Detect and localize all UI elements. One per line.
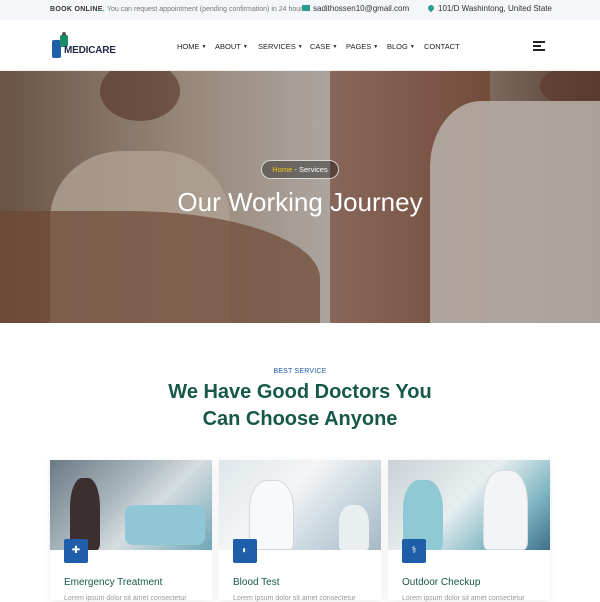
hero-banner: Home - Services Our Working Journey	[0, 71, 600, 323]
chevron-down-icon: ▼	[201, 44, 207, 50]
email-link[interactable]: sadithossen10@gmail.com	[302, 4, 409, 13]
chevron-down-icon: ▼	[373, 44, 379, 50]
card-description: Lorem ipsum dolor sit amet consectetur	[64, 595, 187, 602]
menu-item-blog[interactable]: BLOG ▼	[387, 42, 415, 51]
chevron-down-icon: ▼	[332, 44, 338, 50]
chevron-down-icon: ▼	[409, 44, 415, 50]
service-card-outdoor-checkup[interactable]: ⚕ Outdoor Checkup Lorem ipsum dolor sit …	[388, 460, 550, 602]
menu-item-pages[interactable]: PAGES ▼	[346, 42, 378, 51]
card-description: Lorem ipsum dolor sit amet consectetur	[402, 595, 525, 602]
email-text: sadithossen10@gmail.com	[313, 4, 410, 13]
address-text: 101/D Washintong, United State	[438, 4, 552, 13]
top-info-bar: BOOK ONLINE → You can request appointmen…	[0, 0, 600, 20]
logo-text: MEDICARE	[64, 45, 116, 56]
chevron-down-icon: ▼	[297, 44, 303, 50]
emergency-icon: ✚	[64, 539, 88, 563]
appointment-note: You can request appointment (pending con…	[107, 6, 306, 13]
menu-item-case[interactable]: CASE ▼	[310, 42, 337, 51]
section-heading: We Have Good Doctors You Can Choose Anyo…	[0, 379, 600, 433]
page-title: Our Working Journey	[177, 187, 423, 217]
stethoscope-icon: ⚕	[402, 539, 426, 563]
hamburger-menu-icon[interactable]	[533, 41, 545, 51]
card-title[interactable]: Outdoor Checkup	[402, 577, 480, 588]
service-card-blood-test[interactable]: ◐ Blood Test Lorem ipsum dolor sit amet …	[219, 460, 381, 602]
address: 101/D Washintong, United State	[426, 3, 552, 13]
breadcrumb-separator: -	[292, 165, 299, 174]
location-pin-icon	[426, 3, 436, 13]
card-title[interactable]: Blood Test	[233, 577, 280, 588]
service-image	[50, 460, 212, 550]
chevron-down-icon: ▼	[242, 44, 248, 50]
mail-icon	[302, 5, 310, 11]
book-online-label[interactable]: BOOK ONLINE	[50, 6, 103, 13]
service-card-emergency[interactable]: ✚ Emergency Treatment Lorem ipsum dolor …	[50, 460, 212, 602]
blood-drop-icon: ◐	[233, 539, 257, 563]
menu-item-services[interactable]: SERVICES ▼	[258, 42, 303, 51]
menu-item-home[interactable]: HOME ▼	[177, 42, 206, 51]
menu-item-about[interactable]: ABOUT ▼	[215, 42, 248, 51]
breadcrumb: Home - Services	[261, 160, 339, 179]
section-heading-line2: Can Choose Anyone	[202, 408, 398, 430]
breadcrumb-home-link[interactable]: Home	[272, 165, 292, 174]
arrow-right-icon: →	[97, 4, 106, 14]
service-image	[219, 460, 381, 550]
card-description: Lorem ipsum dolor sit amet consectetur	[233, 595, 356, 602]
menu-item-contact[interactable]: CONTACT	[424, 42, 460, 51]
section-eyebrow: BEST SERVICE	[273, 368, 327, 375]
section-heading-line1: We Have Good Doctors You	[168, 381, 432, 403]
service-image	[388, 460, 550, 550]
site-logo[interactable]: MEDICARE	[52, 32, 116, 60]
main-navbar: MEDICARE HOME ▼ ABOUT ▼ SERVICES ▼ CASE ▼ PA…	[0, 20, 600, 71]
breadcrumb-current: Services	[298, 165, 328, 174]
card-title[interactable]: Emergency Treatment	[64, 577, 162, 588]
